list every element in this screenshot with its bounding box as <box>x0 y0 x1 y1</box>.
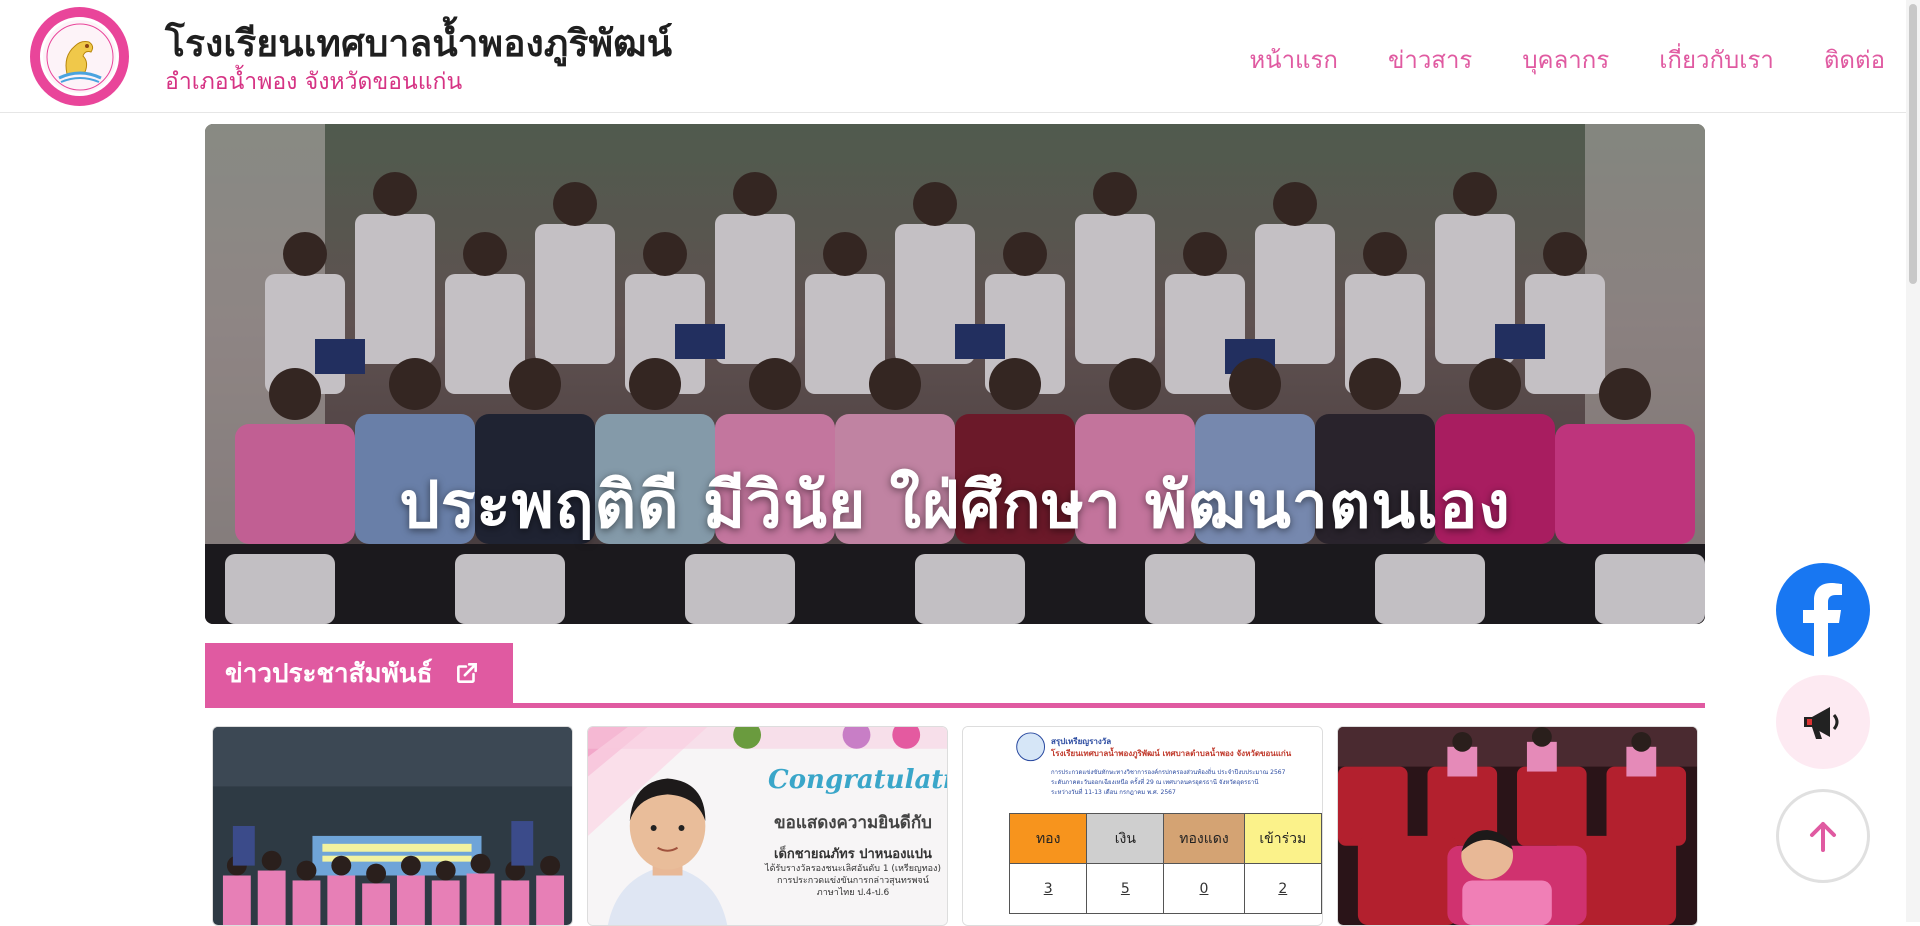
page-scrollbar[interactable] <box>1906 0 1920 922</box>
medal-header-gold: ทอง <box>1008 813 1088 864</box>
news-card-4[interactable] <box>1337 726 1698 926</box>
medal-value-gold: 3 <box>1008 863 1088 914</box>
external-link-icon <box>457 663 478 683</box>
medal-header-bronze: ทองแดง <box>1163 813 1245 864</box>
announcement-button[interactable] <box>1776 675 1870 769</box>
news-card-4-photo <box>1338 727 1697 925</box>
medal-header-silver: เงิน <box>1086 813 1165 864</box>
medal-value-bronze: 0 <box>1163 863 1245 914</box>
megaphone-icon <box>1804 707 1839 739</box>
facebook-button[interactable] <box>1776 563 1870 657</box>
medal-header-participation: เข้าร่วม <box>1243 813 1322 864</box>
medal-summary-detail-2: ระดับภาคตะวันออกเฉียงเหนือ ครั้งที่ 29 ณ… <box>1051 779 1259 786</box>
main-nav: หน้าแรก ข่าวสาร บุคลากร เกี่ยวกับเรา ติด… <box>1249 40 1885 79</box>
naga-emblem-icon <box>46 23 113 90</box>
news-section-title: ข่าวประชาสัมพันธ์ <box>225 658 433 689</box>
school-logo[interactable] <box>30 7 129 106</box>
medal-summary-school: โรงเรียนเทศบาลน้ำพองภูริพัฒน์ เทศบาลตำบล… <box>1051 749 1292 758</box>
medal-value-participation: 2 <box>1243 863 1322 914</box>
congrats-line1: ขอแสดงความยินดีกับ <box>774 813 932 833</box>
hero-slogan: ประพฤติดี มีวินัย ใฝ่ศึกษา พัฒนาตนเอง <box>399 469 1511 543</box>
news-card-2[interactable]: Congratulations! ขอแสดงความยินดีกับ เด็ก… <box>587 726 948 926</box>
back-to-top-button[interactable] <box>1776 789 1870 883</box>
medal-summary-detail-1: การประกวดแข่งขันทักษะทางวิชาการองค์กรปกค… <box>1051 769 1286 776</box>
site-subtitle: อำเภอน้ำพอง จังหวัดขอนแก่น <box>165 69 463 95</box>
news-section-tab[interactable]: ข่าวประชาสัมพันธ์ <box>205 643 513 703</box>
facebook-icon <box>1803 583 1842 657</box>
nav-item-home[interactable]: หน้าแรก <box>1249 40 1338 79</box>
news-card-1[interactable] <box>212 726 573 926</box>
medal-value-silver: 5 <box>1086 863 1165 914</box>
congrats-line5: ภาษาไทย ป.4-ป.6 <box>816 888 890 898</box>
nav-item-staff[interactable]: บุคลากร <box>1522 40 1609 79</box>
logo-emblem <box>40 17 119 96</box>
nav-item-about[interactable]: เกี่ยวกับเรา <box>1659 40 1774 79</box>
news-card-1-photo <box>213 727 572 925</box>
site-header: โรงเรียนเทศบาลน้ำพองภูริพัฒน์ อำเภอน้ำพอ… <box>0 0 1920 113</box>
section-divider <box>205 703 1705 708</box>
hero-banner: ประพฤติดี มีวินัย ใฝ่ศึกษา พัฒนาตนเอง <box>205 124 1705 624</box>
nav-item-contact[interactable]: ติดต่อ <box>1824 40 1885 79</box>
arrow-up-icon <box>1810 822 1836 852</box>
news-card-3[interactable]: สรุปเหรียญรางวัล โรงเรียนเทศบาลน้ำพองภูร… <box>962 726 1323 926</box>
nav-item-news[interactable]: ข่าวสาร <box>1388 40 1472 79</box>
medal-table: ทอง เงิน ทองแดง เข้าร่วม 3 5 0 2 <box>1008 813 1322 914</box>
congrats-script: Congratulations! <box>768 765 947 795</box>
scrollbar-thumb[interactable] <box>1909 4 1917 284</box>
medal-summary-detail-3: ระหว่างวันที่ 11-13 เดือน กรกฎาคม พ.ศ. 2… <box>1051 789 1176 796</box>
